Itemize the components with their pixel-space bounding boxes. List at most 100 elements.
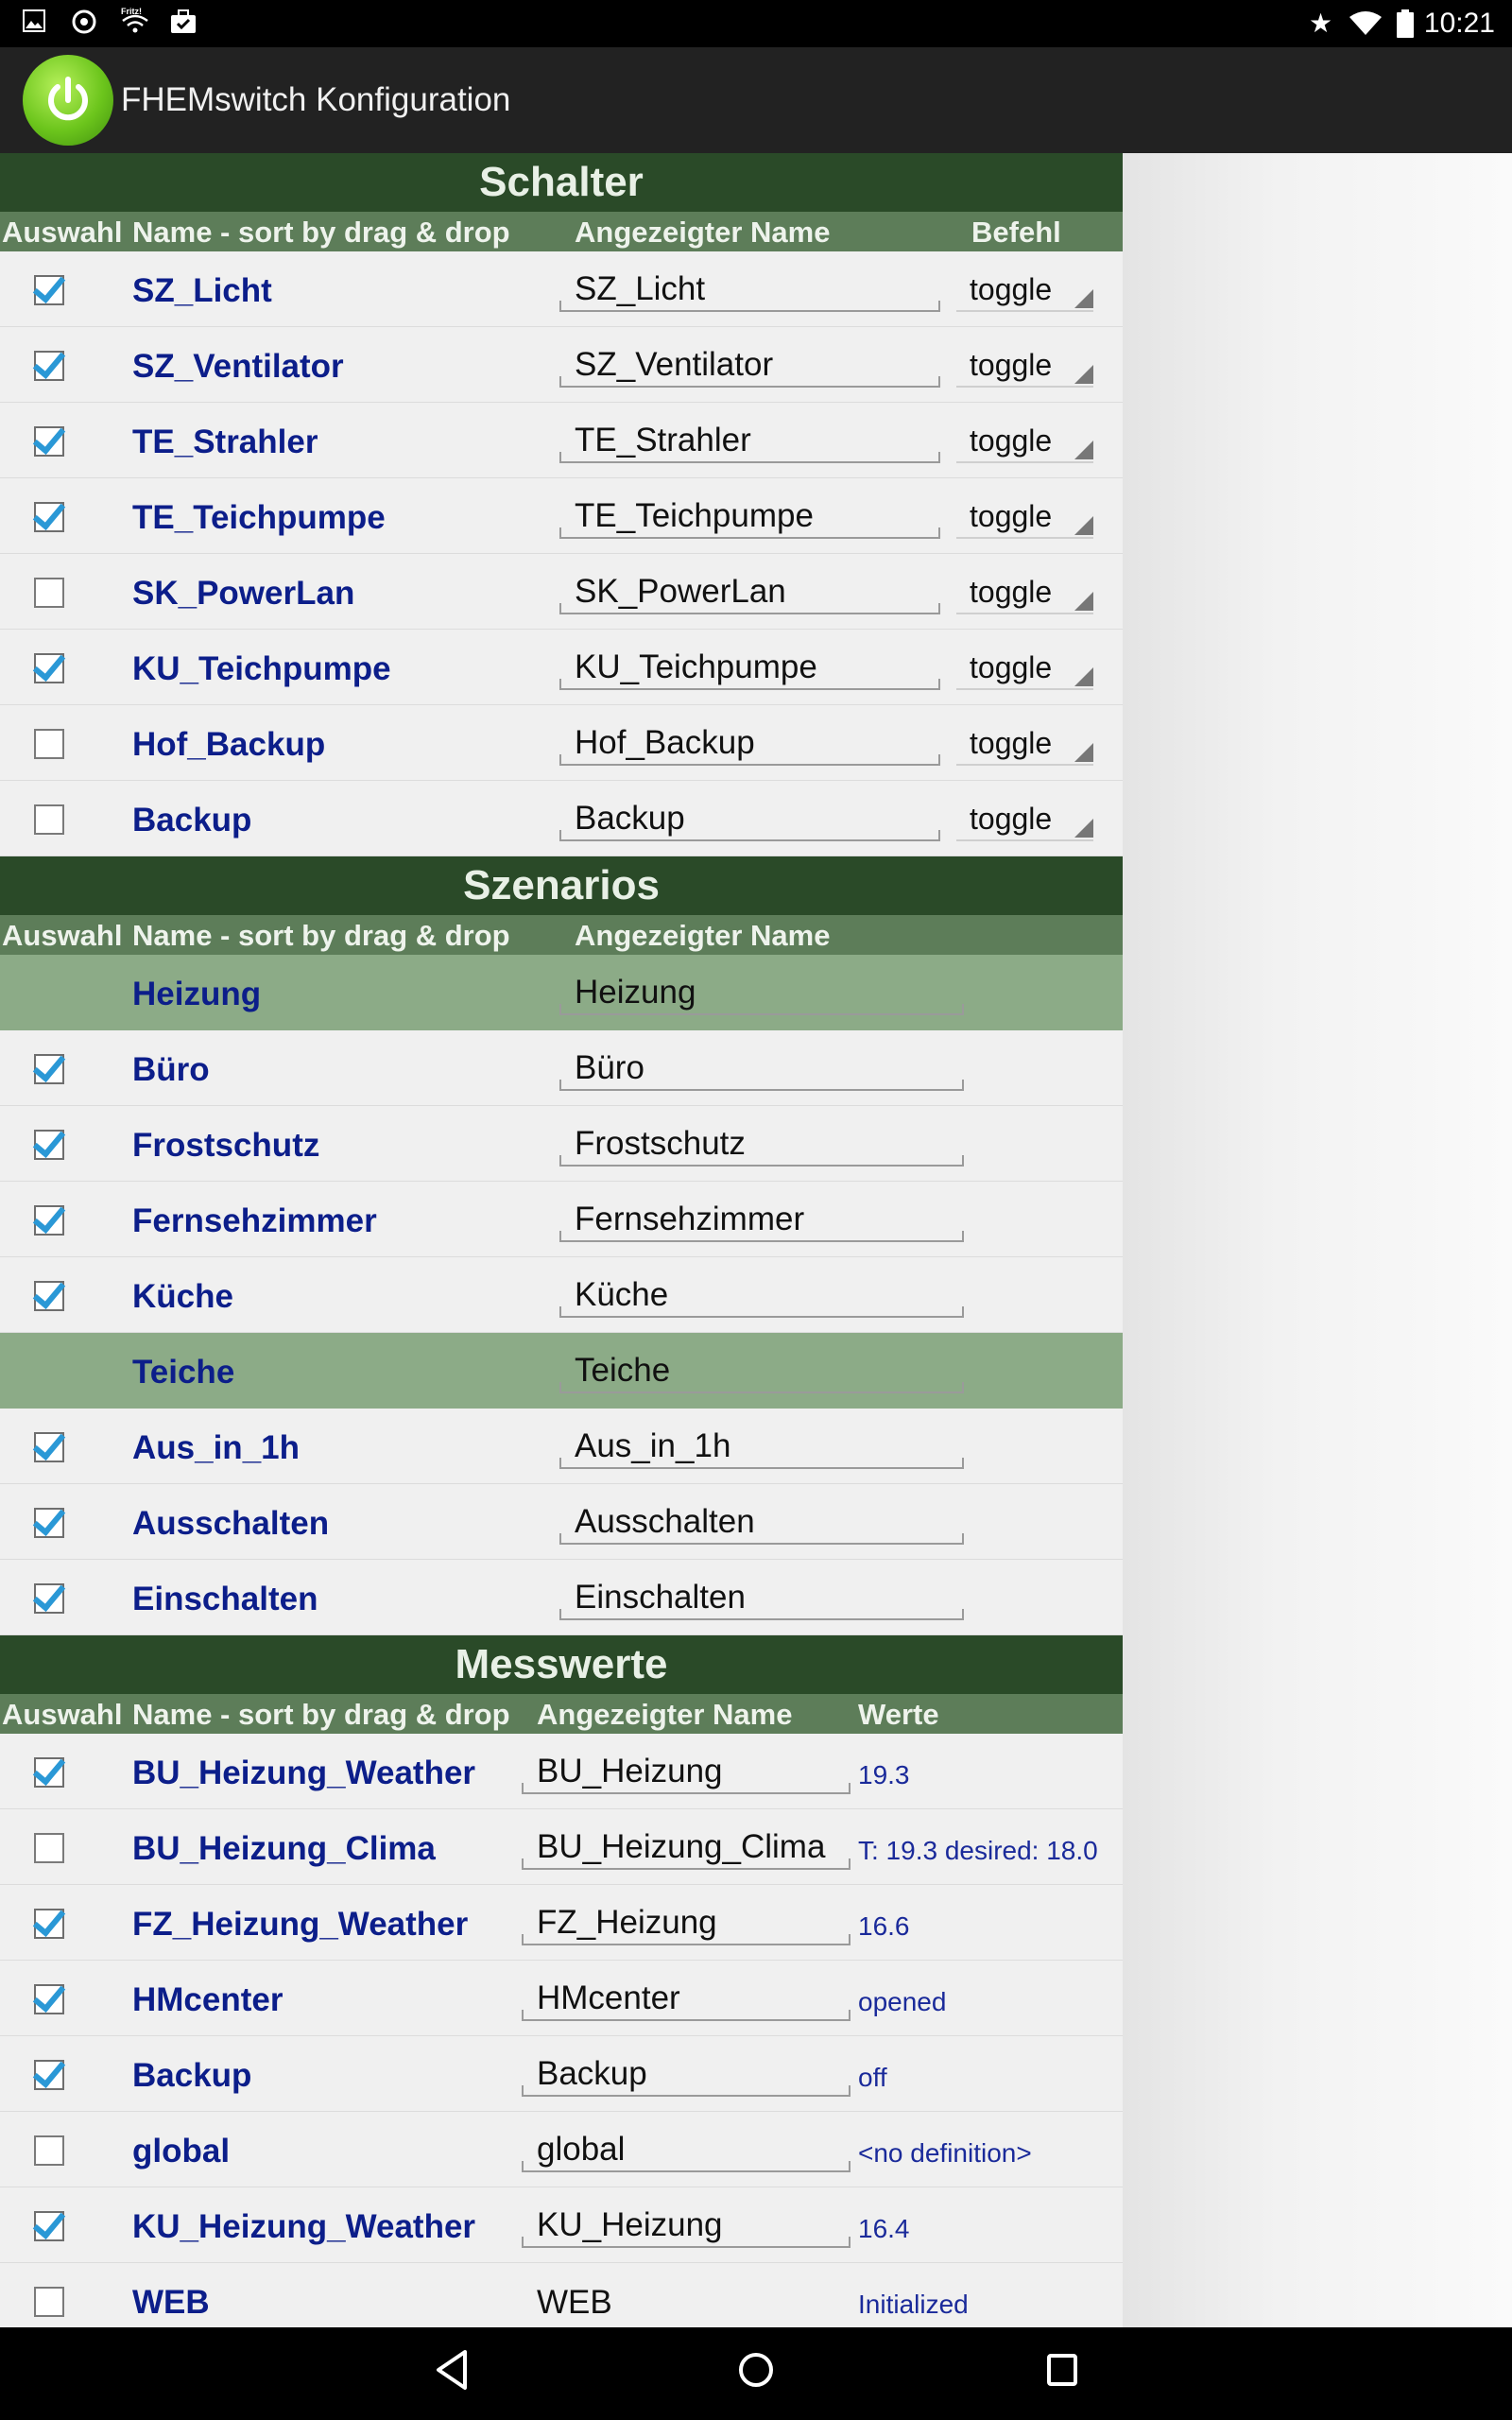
dropdown-triangle-icon: [1074, 289, 1093, 308]
list-item[interactable]: BU_Heizung_Weather BU_Heizung 19.3: [0, 1734, 1123, 1809]
checkbox-checked[interactable]: [34, 2211, 64, 2241]
display-name-field[interactable]: HMcenter: [522, 1974, 850, 2021]
list-item[interactable]: WEB WEB Initialized: [0, 2263, 1123, 2327]
display-name-field[interactable]: Büro: [559, 1044, 964, 1091]
checkbox-checked[interactable]: [34, 1583, 64, 1614]
item-name: Frostschutz: [132, 1127, 320, 1164]
list-item[interactable]: SZ_Licht SZ_Licht toggle: [0, 251, 1123, 327]
checkbox[interactable]: [34, 2135, 64, 2166]
checkbox[interactable]: [34, 804, 64, 835]
list-item[interactable]: SZ_Ventilator SZ_Ventilator toggle: [0, 327, 1123, 403]
list-item[interactable]: Fernsehzimmer Fernsehzimmer: [0, 1182, 1123, 1257]
list-item[interactable]: Frostschutz Frostschutz: [0, 1106, 1123, 1182]
checkbox-checked[interactable]: [34, 1909, 64, 1939]
display-name-field[interactable]: Frostschutz: [559, 1119, 964, 1167]
checkbox-checked[interactable]: [34, 502, 64, 532]
section-title-messwerte: Messwerte: [0, 1635, 1123, 1694]
display-name-field[interactable]: BU_Heizung: [522, 1747, 850, 1794]
list-item[interactable]: KU_Teichpumpe KU_Teichpumpe toggle: [0, 630, 1123, 705]
display-name-field[interactable]: FZ_Heizung: [522, 1898, 850, 1945]
list-item[interactable]: Backup Backup off: [0, 2036, 1123, 2112]
checkbox-checked[interactable]: [34, 1508, 64, 1538]
display-name-field[interactable]: TE_Teichpumpe: [559, 492, 940, 539]
list-item[interactable]: KU_Heizung_Weather KU_Heizung 16.4: [0, 2187, 1123, 2263]
display-name-value: KU_Teichpumpe: [575, 648, 817, 685]
list-item[interactable]: Ausschalten Ausschalten: [0, 1484, 1123, 1560]
item-name: global: [132, 2133, 231, 2169]
list-item[interactable]: Einschalten Einschalten: [0, 1560, 1123, 1635]
checkbox-checked[interactable]: [34, 1130, 64, 1160]
display-name-field[interactable]: SK_PowerLan: [559, 567, 940, 614]
display-name-field[interactable]: TE_Strahler: [559, 416, 940, 463]
list-item[interactable]: Aus_in_1h Aus_in_1h: [0, 1409, 1123, 1484]
command-select[interactable]: toggle: [956, 416, 1093, 463]
list-item[interactable]: HMcenter HMcenter opened: [0, 1961, 1123, 2036]
checkbox-checked[interactable]: [34, 1205, 64, 1236]
list-item[interactable]: Hof_Backup Hof_Backup toggle: [0, 705, 1123, 781]
list-item[interactable]: Küche Küche: [0, 1257, 1123, 1333]
display-name-field[interactable]: Ausschalten: [559, 1497, 964, 1545]
display-name-field[interactable]: Heizung: [559, 968, 964, 1015]
item-name: Heizung: [132, 976, 262, 1012]
checkbox[interactable]: [34, 578, 64, 608]
svg-text:Fritz!: Fritz!: [121, 7, 142, 16]
display-name-value: Hof_Backup: [575, 724, 755, 761]
group-row[interactable]: Teiche Teiche: [0, 1333, 1123, 1409]
display-name-value: BU_Heizung_Clima: [537, 1828, 826, 1865]
checkbox[interactable]: [34, 729, 64, 759]
checkbox-checked[interactable]: [34, 1281, 64, 1311]
display-name-field[interactable]: Fernsehzimmer: [559, 1195, 964, 1242]
display-name-field[interactable]: Einschalten: [559, 1573, 964, 1620]
display-name-field[interactable]: Küche: [559, 1270, 964, 1318]
display-name-field[interactable]: KU_Teichpumpe: [559, 643, 940, 690]
list-item[interactable]: SK_PowerLan SK_PowerLan toggle: [0, 554, 1123, 630]
display-name-field[interactable]: global: [522, 2125, 850, 2172]
command-select[interactable]: toggle: [956, 567, 1093, 614]
command-select[interactable]: toggle: [956, 265, 1093, 312]
command-select[interactable]: toggle: [956, 794, 1093, 841]
list-item[interactable]: TE_Strahler TE_Strahler toggle: [0, 403, 1123, 478]
checkbox[interactable]: [34, 2287, 64, 2317]
power-app-icon[interactable]: [23, 55, 113, 146]
display-name-field[interactable]: SZ_Licht: [559, 265, 940, 312]
display-name-value: TE_Teichpumpe: [575, 497, 814, 534]
list-item[interactable]: BU_Heizung_Clima BU_Heizung_Clima T: 19.3 …: [0, 1809, 1123, 1885]
checkbox-checked[interactable]: [34, 1054, 64, 1084]
checkbox-checked[interactable]: [34, 426, 64, 457]
config-content[interactable]: Schalter Auswahl Name - sort by drag & d…: [0, 153, 1512, 2327]
display-name-field[interactable]: KU_Heizung: [522, 2201, 850, 2248]
recents-button[interactable]: [1043, 2348, 1081, 2396]
list-item[interactable]: FZ_Heizung_Weather FZ_Heizung 16.6: [0, 1885, 1123, 1961]
checkbox-checked[interactable]: [34, 351, 64, 381]
command-select[interactable]: toggle: [956, 340, 1093, 388]
display-name-field[interactable]: Aus_in_1h: [559, 1422, 964, 1469]
list-item[interactable]: Büro Büro: [0, 1030, 1123, 1106]
back-button[interactable]: [433, 2348, 471, 2396]
display-name-field[interactable]: Backup: [559, 794, 940, 841]
list-item[interactable]: global global <no definition>: [0, 2112, 1123, 2187]
group-row[interactable]: Heizung Heizung: [0, 955, 1123, 1030]
checkbox-checked[interactable]: [34, 2060, 64, 2090]
checkbox[interactable]: [34, 1833, 64, 1863]
checkbox-checked[interactable]: [34, 653, 64, 683]
checkbox-checked[interactable]: [34, 1757, 64, 1788]
home-button[interactable]: [735, 2348, 777, 2396]
checkbox-checked[interactable]: [34, 275, 64, 305]
display-name-field[interactable]: Backup: [522, 2049, 850, 2097]
list-item[interactable]: TE_Teichpumpe TE_Teichpumpe toggle: [0, 478, 1123, 554]
checkbox-checked[interactable]: [34, 1984, 64, 2014]
display-name-field[interactable]: Hof_Backup: [559, 718, 940, 766]
command-select[interactable]: toggle: [956, 718, 1093, 766]
navigation-bar: [0, 2327, 1512, 2420]
command-select[interactable]: toggle: [956, 643, 1093, 690]
item-name: Backup: [132, 802, 252, 838]
command-select[interactable]: toggle: [956, 492, 1093, 539]
checkbox-checked[interactable]: [34, 1432, 64, 1462]
item-name: SZ_Ventilator: [132, 348, 344, 385]
item-name: BU_Heizung_Clima: [132, 1830, 436, 1867]
display-name-field[interactable]: Teiche: [559, 1346, 964, 1393]
action-bar: FHEMswitch Konfiguration: [0, 47, 1512, 153]
list-item[interactable]: Backup Backup toggle: [0, 781, 1123, 856]
display-name-field[interactable]: SZ_Ventilator: [559, 340, 940, 388]
display-name-field[interactable]: BU_Heizung_Clima: [522, 1823, 850, 1870]
